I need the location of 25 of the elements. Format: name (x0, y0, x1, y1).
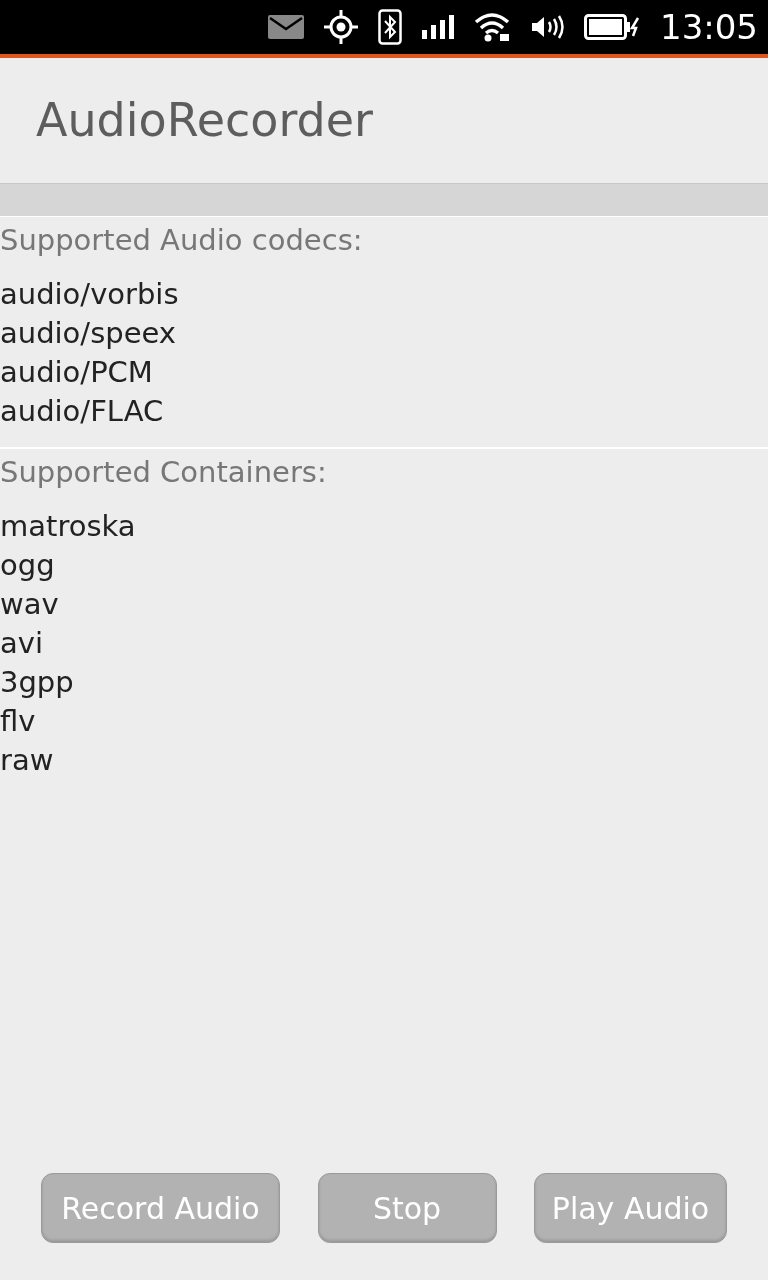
list-item-text: matroska (0, 508, 137, 545)
location-icon (324, 10, 358, 44)
section-heading: Supported Containers: (0, 454, 328, 491)
signal-icon (422, 15, 454, 39)
list-item-text: wav (0, 586, 60, 623)
list-item-text: audio/FLAC (0, 393, 165, 430)
wifi-icon (474, 12, 510, 42)
list-item-text: ogg (0, 547, 56, 584)
clock-time: 13:05 (660, 10, 758, 44)
action-button[interactable]: Play Audio (534, 1173, 727, 1243)
app-title: AudioRecorder (36, 92, 373, 149)
action-button[interactable]: Stop (317, 1173, 497, 1243)
list-item-text: avi (0, 625, 44, 662)
section-heading: Supported Audio codecs: (0, 222, 364, 259)
list-item-text: audio/PCM (0, 354, 154, 391)
list-item-text: raw (0, 742, 55, 779)
battery-icon (584, 14, 640, 40)
list-item-text: 3gpp (0, 664, 75, 701)
list-item-text: audio/vorbis (0, 276, 180, 313)
bluetooth-icon (378, 9, 402, 45)
mail-icon (268, 15, 304, 39)
action-button[interactable]: Record Audio (41, 1173, 280, 1243)
list-item-text: audio/speex (0, 315, 177, 352)
list-item-text: flv (0, 703, 37, 740)
volume-icon (530, 15, 564, 39)
